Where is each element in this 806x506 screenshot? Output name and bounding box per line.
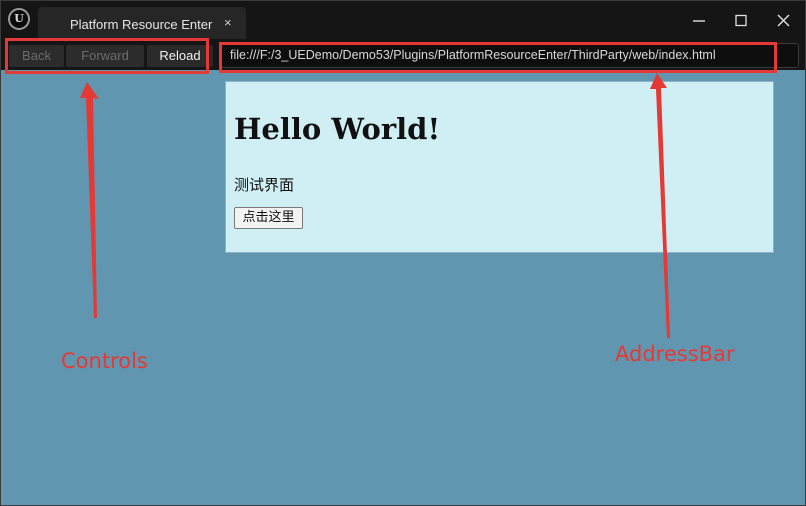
click-here-button[interactable]: 点击这里	[234, 207, 303, 229]
maximize-icon[interactable]	[729, 9, 753, 33]
page-heading: Hello World!	[234, 112, 441, 146]
tab-title: Platform Resource Enter	[70, 17, 213, 32]
tab-close-icon[interactable]: ×	[224, 15, 232, 30]
close-icon[interactable]	[771, 9, 795, 33]
web-page-content: Hello World! 测试界面 点击这里	[225, 81, 774, 253]
controls-annotation-label: Controls	[61, 349, 148, 373]
minimize-icon[interactable]	[687, 9, 711, 33]
address-bar-annotation-label: AddressBar	[615, 342, 735, 366]
title-bar[interactable]: U Platform Resource Enter ×	[1, 1, 805, 41]
unreal-logo-icon: U	[8, 8, 30, 30]
browser-window: U Platform Resource Enter × Back Forward…	[0, 0, 806, 506]
controls-highlight-box	[5, 38, 209, 74]
page-text: 测试界面	[234, 177, 295, 194]
address-bar-highlight-box	[219, 42, 777, 73]
web-viewport: Hello World! 测试界面 点击这里	[1, 70, 805, 505]
tab-platform-resource-enter[interactable]: Platform Resource Enter ×	[38, 7, 246, 39]
